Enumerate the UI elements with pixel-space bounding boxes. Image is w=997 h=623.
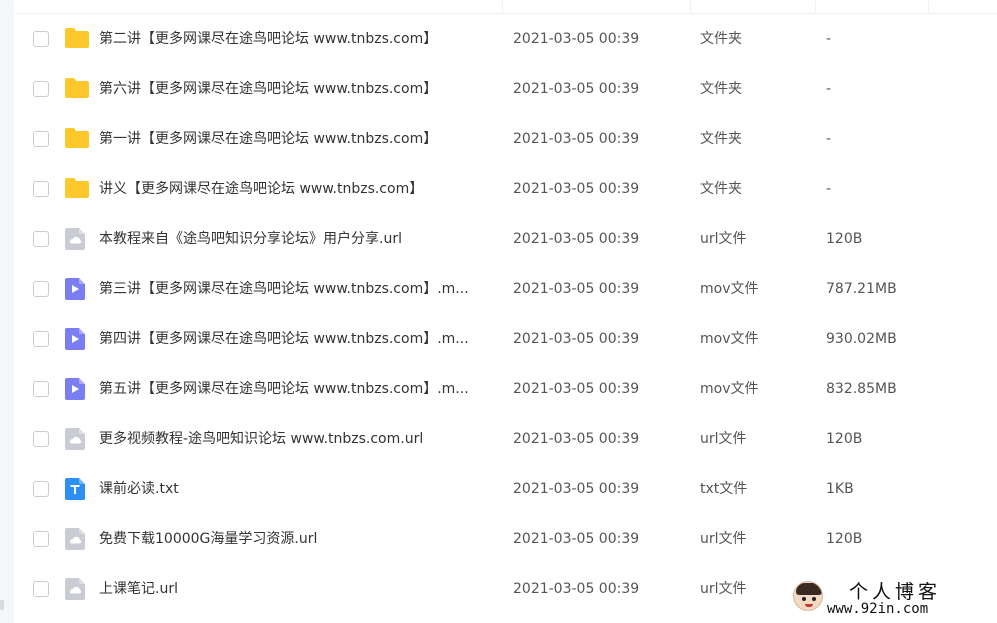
video-file-icon (64, 327, 86, 351)
file-name[interactable]: 第六讲【更多网课尽在途鸟吧论坛 www.tnbzs.com】 (99, 79, 494, 99)
file-size: 930.02MB (826, 331, 897, 347)
row-checkbox[interactable] (33, 231, 49, 247)
column-divider[interactable] (815, 0, 816, 12)
file-size: 1KB (826, 481, 854, 497)
row-checkbox[interactable] (33, 31, 49, 47)
file-type: url文件 (700, 231, 747, 247)
folder-icon (64, 127, 89, 151)
watermark-url: www.92in.com (827, 601, 929, 617)
row-checkbox[interactable] (33, 181, 49, 197)
modified-time: 2021-03-05 00:39 (513, 181, 640, 197)
file-type: mov文件 (700, 331, 759, 347)
row-checkbox[interactable] (33, 81, 49, 97)
modified-time: 2021-03-05 00:39 (513, 231, 640, 247)
modified-time: 2021-03-05 00:39 (513, 131, 640, 147)
file-size: - (826, 81, 832, 97)
file-name[interactable]: 更多视频教程-途鸟吧知识论坛 www.tnbzs.com.url (99, 429, 494, 449)
column-divider[interactable] (928, 0, 929, 12)
scrollbar-handle[interactable] (0, 600, 4, 610)
modified-time: 2021-03-05 00:39 (513, 531, 640, 547)
file-size: - (826, 131, 832, 147)
file-row[interactable]: 本教程来自《途鸟吧知识分享论坛》用户分享.url 2021-03-05 00:39… (14, 214, 997, 264)
url-file-icon (64, 577, 86, 601)
url-file-icon (64, 427, 86, 451)
list-header (14, 0, 997, 14)
modified-time: 2021-03-05 00:39 (513, 381, 640, 397)
modified-time: 2021-03-05 00:39 (513, 331, 640, 347)
file-type: url文件 (700, 531, 747, 547)
modified-time: 2021-03-05 00:39 (513, 481, 640, 497)
file-row[interactable]: 第四讲【更多网课尽在途鸟吧论坛 www.tnbzs.com】.m... 2021-… (14, 314, 997, 364)
file-type: 文件夹 (700, 81, 742, 97)
row-checkbox[interactable] (33, 331, 49, 347)
file-name[interactable]: 第二讲【更多网课尽在途鸟吧论坛 www.tnbzs.com】 (99, 29, 494, 49)
file-row[interactable]: 课前必读.txt 2021-03-05 00:39 txt文件 1KB (14, 464, 997, 514)
file-type: 文件夹 (700, 181, 742, 197)
text-file-icon (64, 477, 86, 501)
file-size: - (826, 181, 832, 197)
file-name[interactable]: 第一讲【更多网课尽在途鸟吧论坛 www.tnbzs.com】 (99, 129, 494, 149)
row-checkbox[interactable] (33, 131, 49, 147)
file-name[interactable]: 讲义【更多网课尽在途鸟吧论坛 www.tnbzs.com】 (99, 179, 494, 199)
file-size: 120B (826, 431, 863, 447)
file-name[interactable]: 上课笔记.url (99, 579, 494, 599)
modified-time: 2021-03-05 00:39 (513, 431, 640, 447)
row-checkbox[interactable] (33, 581, 49, 597)
file-row[interactable]: 讲义【更多网课尽在途鸟吧论坛 www.tnbzs.com】 2021-03-05 … (14, 164, 997, 214)
file-row[interactable]: 第一讲【更多网课尽在途鸟吧论坛 www.tnbzs.com】 2021-03-05… (14, 114, 997, 164)
left-panel-edge (0, 0, 14, 623)
file-type: url文件 (700, 431, 747, 447)
video-file-icon (64, 277, 86, 301)
file-type: 文件夹 (700, 131, 742, 147)
modified-time: 2021-03-05 00:39 (513, 81, 640, 97)
column-divider[interactable] (690, 0, 691, 12)
file-name[interactable]: 第五讲【更多网课尽在途鸟吧论坛 www.tnbzs.com】.m... (99, 379, 494, 399)
row-checkbox[interactable] (33, 381, 49, 397)
file-size: 832.85MB (826, 381, 897, 397)
blog-watermark: 个人博客 www.92in.com (793, 577, 983, 619)
file-size: 120B (826, 231, 863, 247)
file-row[interactable]: 第三讲【更多网课尽在途鸟吧论坛 www.tnbzs.com】.m... 2021-… (14, 264, 997, 314)
file-name[interactable]: 免费下载10000G海量学习资源.url (99, 529, 494, 549)
row-checkbox[interactable] (33, 431, 49, 447)
folder-icon (64, 177, 89, 201)
file-list: 第二讲【更多网课尽在途鸟吧论坛 www.tnbzs.com】 2021-03-05… (14, 0, 997, 623)
modified-time: 2021-03-05 00:39 (513, 581, 640, 597)
url-file-icon (64, 227, 86, 251)
video-file-icon (64, 377, 86, 401)
row-checkbox[interactable] (33, 531, 49, 547)
file-type: 文件夹 (700, 31, 742, 47)
file-row[interactable]: 第六讲【更多网课尽在途鸟吧论坛 www.tnbzs.com】 2021-03-05… (14, 64, 997, 114)
folder-icon (64, 77, 89, 101)
column-divider[interactable] (502, 0, 503, 12)
file-name[interactable]: 第四讲【更多网课尽在途鸟吧论坛 www.tnbzs.com】.m... (99, 329, 494, 349)
watermark-title: 个人博客 (849, 581, 942, 603)
file-size: 120B (826, 531, 863, 547)
file-type: txt文件 (700, 481, 748, 497)
file-row[interactable]: 免费下载10000G海量学习资源.url 2021-03-05 00:39 url文… (14, 514, 997, 564)
avatar-icon (793, 581, 823, 611)
file-name[interactable]: 本教程来自《途鸟吧知识分享论坛》用户分享.url (99, 229, 494, 249)
row-checkbox[interactable] (33, 481, 49, 497)
file-name[interactable]: 第三讲【更多网课尽在途鸟吧论坛 www.tnbzs.com】.m... (99, 279, 494, 299)
file-row[interactable]: 第二讲【更多网课尽在途鸟吧论坛 www.tnbzs.com】 2021-03-05… (14, 14, 997, 64)
file-row[interactable]: 第五讲【更多网课尽在途鸟吧论坛 www.tnbzs.com】.m... 2021-… (14, 364, 997, 414)
file-size: - (826, 31, 832, 47)
file-type: url文件 (700, 581, 747, 597)
file-type: mov文件 (700, 281, 759, 297)
file-type: mov文件 (700, 381, 759, 397)
file-size: 787.21MB (826, 281, 897, 297)
folder-icon (64, 27, 89, 51)
file-name[interactable]: 课前必读.txt (99, 479, 494, 499)
row-checkbox[interactable] (33, 281, 49, 297)
modified-time: 2021-03-05 00:39 (513, 31, 640, 47)
url-file-icon (64, 527, 86, 551)
modified-time: 2021-03-05 00:39 (513, 281, 640, 297)
file-row[interactable]: 更多视频教程-途鸟吧知识论坛 www.tnbzs.com.url 2021-03-… (14, 414, 997, 464)
